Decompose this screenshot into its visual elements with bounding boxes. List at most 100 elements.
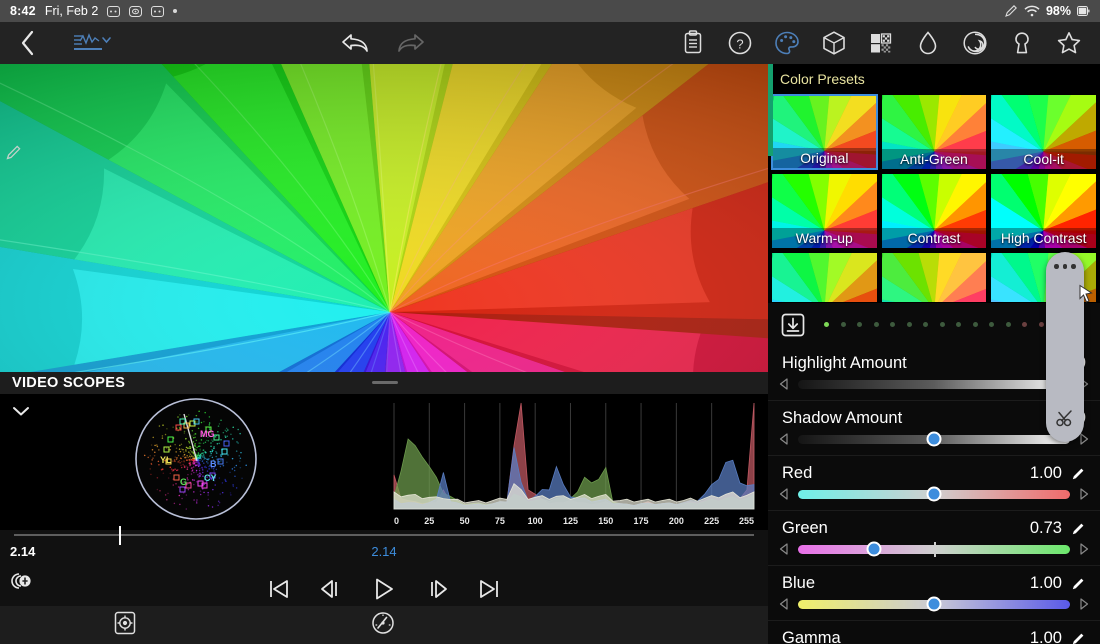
slider-value[interactable]: 1.00 <box>1030 574 1062 593</box>
svg-text:175: 175 <box>634 516 649 526</box>
floating-tool-pill[interactable] <box>1046 252 1084 442</box>
step-forward-button[interactable] <box>425 568 449 610</box>
status-bar-left: 8:42 Fri, Feb 2 <box>10 4 177 18</box>
redo-arrow-icon <box>396 22 426 64</box>
slider-knob[interactable] <box>867 542 882 557</box>
top-navigation-bar: ? <box>0 22 1100 64</box>
slider-header: Blue1.00 <box>768 566 1100 595</box>
pagination-dot[interactable] <box>1039 322 1044 327</box>
pagination-dot[interactable] <box>824 322 829 327</box>
pencil-edit-icon[interactable] <box>4 142 24 162</box>
pagination-dot[interactable] <box>956 322 961 327</box>
pagination-dots[interactable] <box>824 322 1060 327</box>
pagination-dot[interactable] <box>874 322 879 327</box>
back-button[interactable] <box>0 22 56 64</box>
spiral-swirl-icon[interactable] <box>951 22 998 64</box>
speedometer-icon[interactable] <box>370 610 398 638</box>
video-preview[interactable] <box>0 64 768 372</box>
svg-text:150: 150 <box>598 516 613 526</box>
clipboard-icon[interactable] <box>669 22 716 64</box>
skip-to-start-button[interactable] <box>267 568 291 610</box>
preset-label: Warm-up <box>772 228 877 248</box>
triangle-left-icon[interactable] <box>778 542 790 556</box>
vectorscope-collapse-chevron-down-icon[interactable] <box>12 404 30 416</box>
pencil-edit-icon[interactable] <box>1071 576 1086 591</box>
pagination-dot[interactable] <box>923 322 928 327</box>
step-back-button[interactable] <box>319 568 343 610</box>
keyhole-icon[interactable] <box>998 22 1045 64</box>
pencil-edit-icon[interactable] <box>1071 631 1086 644</box>
slider-track[interactable] <box>798 380 1070 389</box>
scissors-cut-icon[interactable] <box>1055 408 1075 428</box>
star-favorite-icon[interactable] <box>1045 22 1092 64</box>
pagination-dot[interactable] <box>989 322 994 327</box>
waveform-scope-icon[interactable] <box>60 22 124 64</box>
slider-value[interactable]: 0.73 <box>1030 519 1062 538</box>
cube-3d-icon[interactable] <box>810 22 857 64</box>
pencil-edit-icon[interactable] <box>1071 466 1086 481</box>
pagination-dot[interactable] <box>857 322 862 327</box>
preset-label: Anti-Green <box>882 149 987 169</box>
slider-track[interactable] <box>798 435 1070 444</box>
pagination-dot[interactable] <box>890 322 895 327</box>
triangle-left-icon[interactable] <box>778 377 790 391</box>
slider-track[interactable] <box>798 490 1070 499</box>
pagination-dot[interactable] <box>973 322 978 327</box>
pencil-edit-icon[interactable] <box>1071 521 1086 536</box>
rainbow-spiral-image <box>0 64 768 372</box>
pagination-dot[interactable] <box>1022 322 1027 327</box>
help-question-icon[interactable]: ? <box>716 22 763 64</box>
scopes-drag-handle[interactable] <box>372 381 398 384</box>
playhead-marker[interactable] <box>119 526 121 545</box>
preset-original[interactable]: Original <box>771 94 878 170</box>
slider-value[interactable]: 1.00 <box>1030 629 1062 644</box>
triangle-right-icon[interactable] <box>1078 597 1090 611</box>
slider-knob[interactable] <box>927 487 942 502</box>
svg-text:B: B <box>210 459 217 469</box>
pagination-dot[interactable] <box>841 322 846 327</box>
water-drop-icon[interactable] <box>904 22 951 64</box>
play-button[interactable] <box>371 568 397 610</box>
preset-warm-up[interactable]: Warm-up <box>771 173 878 249</box>
triangle-left-icon[interactable] <box>778 487 790 501</box>
checkerboard-mask-icon[interactable] <box>857 22 904 64</box>
slider-label: Red <box>782 464 812 483</box>
triangle-right-icon[interactable] <box>1078 542 1090 556</box>
undo-arrow-icon[interactable] <box>340 22 370 64</box>
triangle-right-icon[interactable] <box>1078 487 1090 501</box>
svg-text:0: 0 <box>394 516 399 526</box>
svg-text:?: ? <box>736 37 743 52</box>
keyframe-target-icon[interactable] <box>112 610 140 638</box>
wifi-icon <box>1024 5 1040 17</box>
message-icon <box>151 6 164 17</box>
preset-anti-green[interactable]: Anti-Green <box>881 94 988 170</box>
timeline-scrubber[interactable] <box>14 534 754 536</box>
preset-high-contrast[interactable]: High Contrast <box>990 173 1097 249</box>
slider-knob[interactable] <box>927 432 942 447</box>
slider-track[interactable] <box>798 545 1070 554</box>
triangle-left-icon[interactable] <box>778 597 790 611</box>
apple-pencil-icon <box>1004 4 1018 18</box>
slider-gamma: Gamma1.00 <box>768 621 1100 644</box>
preset-cool-it[interactable]: Cool-it <box>990 94 1097 170</box>
svg-text:CY: CY <box>204 473 217 483</box>
preset-contrast[interactable]: Contrast <box>881 173 988 249</box>
slider-knob[interactable] <box>927 597 942 612</box>
pagination-dot[interactable] <box>940 322 945 327</box>
skip-to-end-button[interactable] <box>477 568 501 610</box>
slider-bar <box>768 485 1100 510</box>
save-download-icon[interactable] <box>780 312 806 338</box>
slider-bar <box>768 540 1100 565</box>
status-bar: 8:42 Fri, Feb 2 98% <box>0 0 1100 22</box>
preset-label: Cool-it <box>991 149 1096 169</box>
color-palette-icon[interactable] <box>763 22 810 64</box>
slider-track[interactable] <box>798 600 1070 609</box>
more-options-icon[interactable] <box>1054 264 1076 269</box>
triangle-left-icon[interactable] <box>778 432 790 446</box>
slider-value[interactable]: 1.00 <box>1030 464 1062 483</box>
undo-redo-group <box>340 22 426 64</box>
slider-label: Highlight Amount <box>782 354 907 373</box>
pagination-dot[interactable] <box>1006 322 1011 327</box>
svg-text:200: 200 <box>669 516 684 526</box>
pagination-dot[interactable] <box>907 322 912 327</box>
